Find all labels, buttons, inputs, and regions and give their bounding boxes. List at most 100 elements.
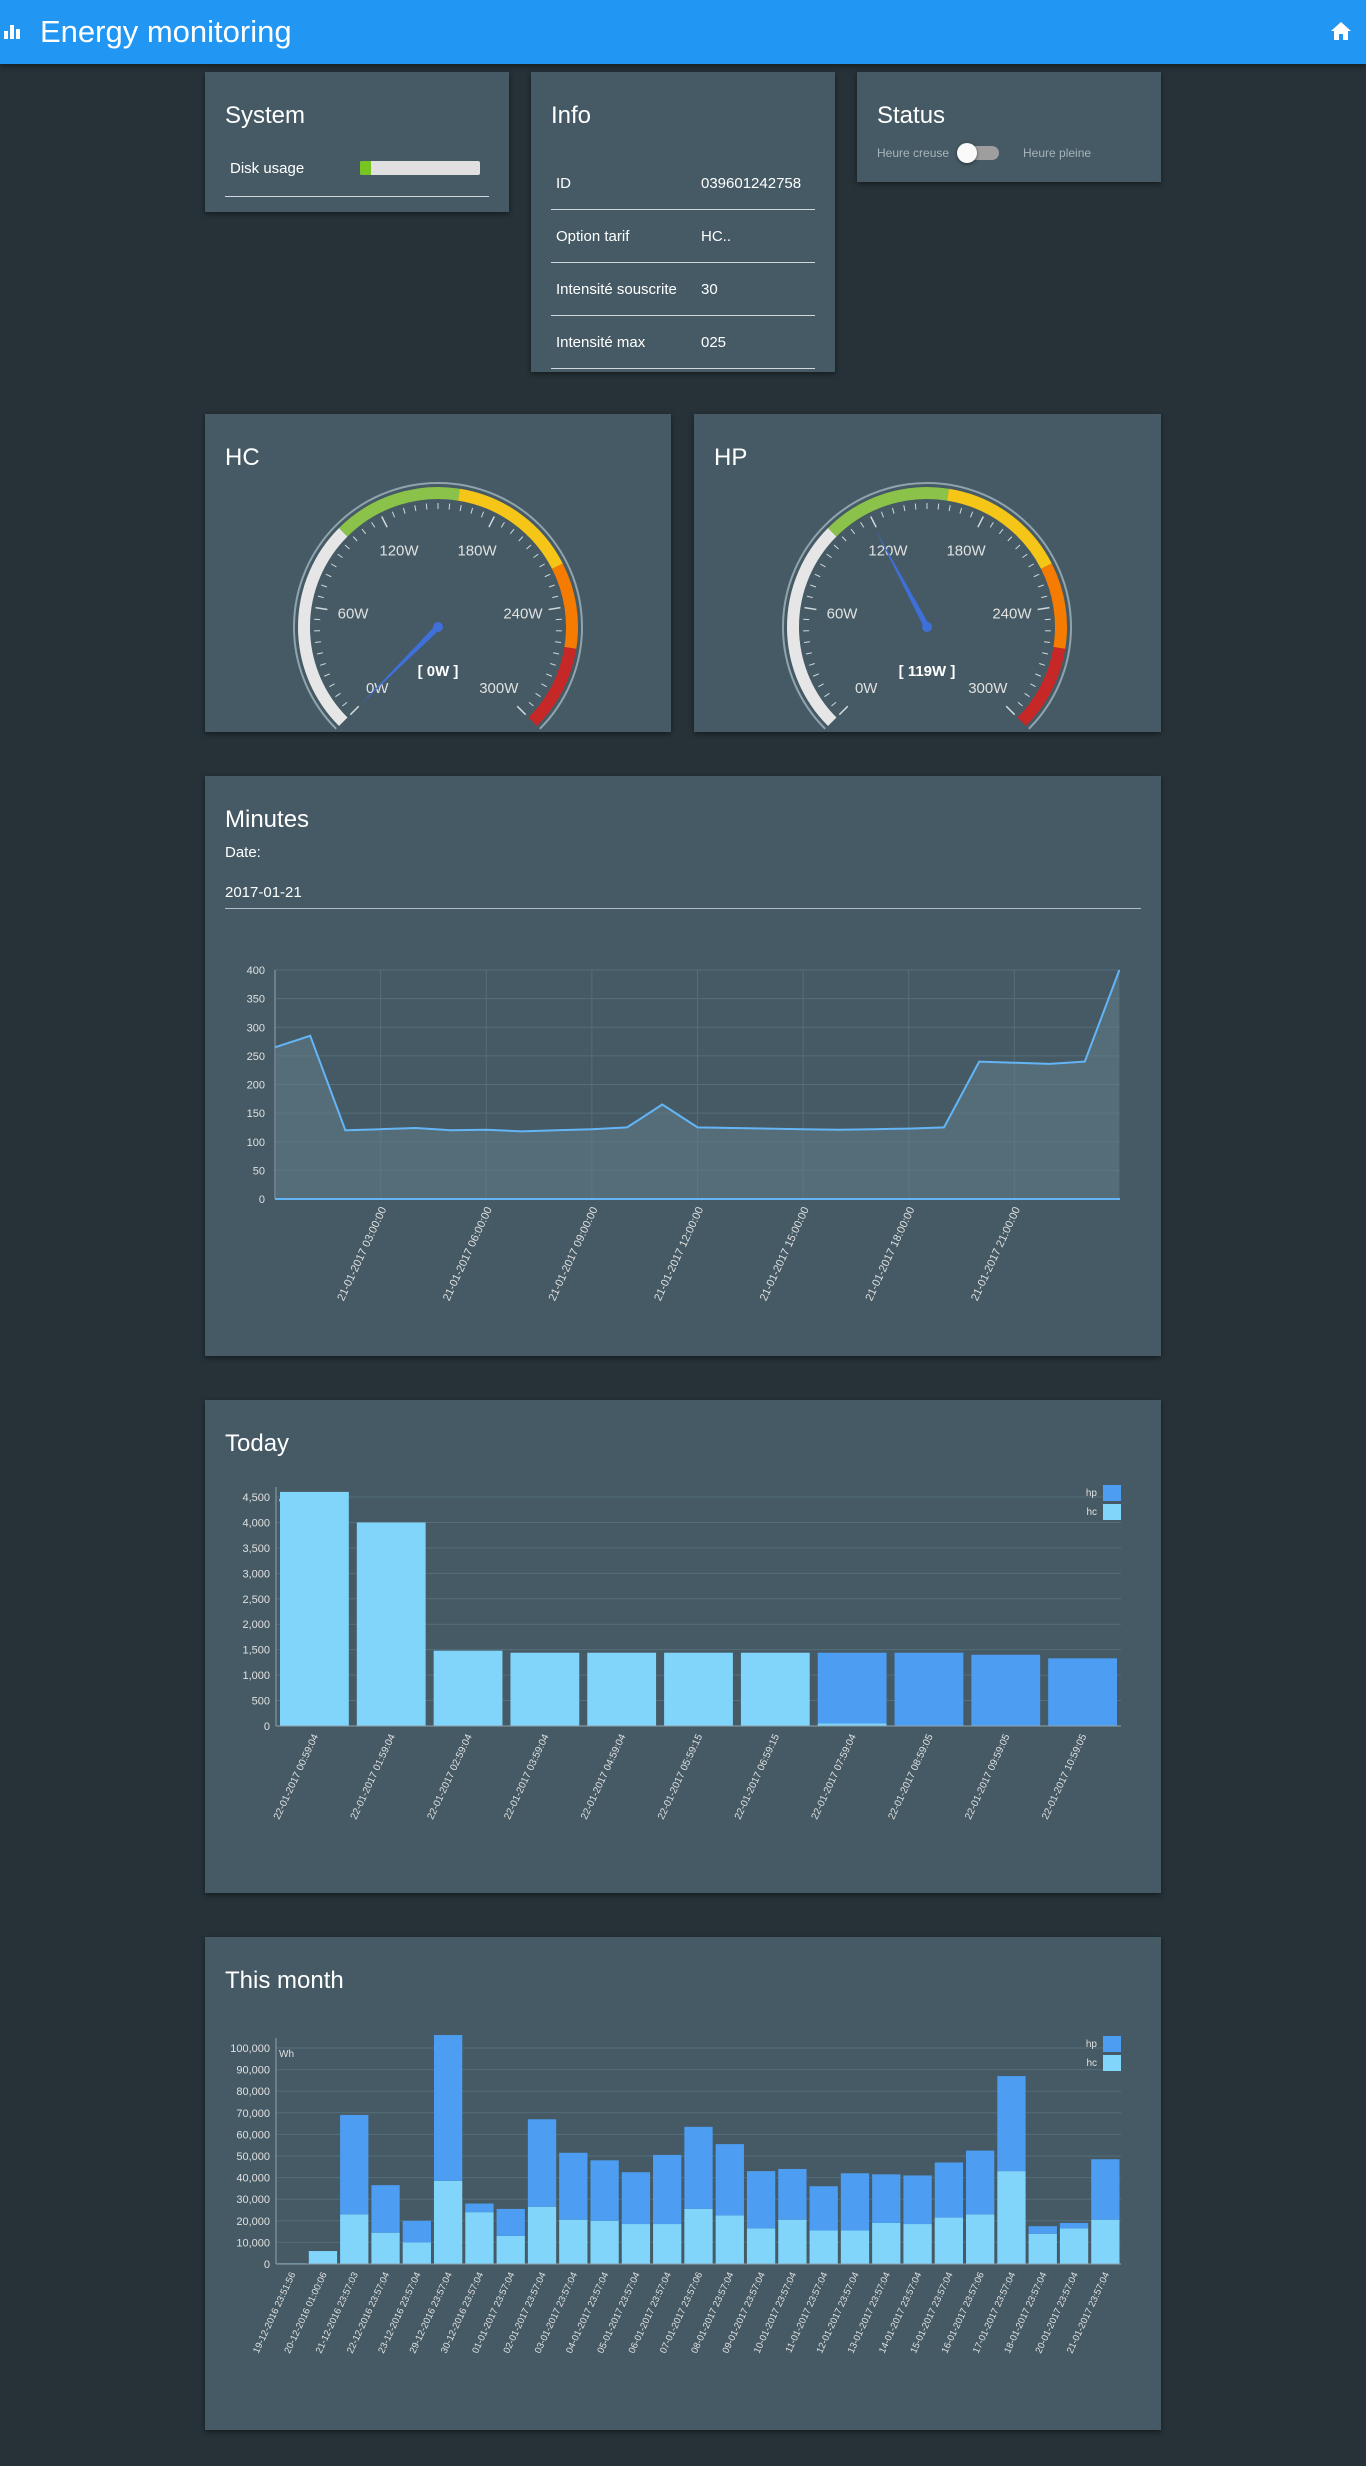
heure-creuse-label: Heure creuse (877, 146, 950, 160)
gauge-tick (516, 705, 527, 716)
bar-hc (1028, 2233, 1057, 2264)
gauge-tick (425, 503, 428, 510)
y-tick-label: 20,000 (236, 2216, 270, 2228)
gauge-tick (448, 503, 451, 510)
gauge-tick (352, 536, 358, 542)
bar-hc (778, 2219, 807, 2264)
gauge-tick (548, 584, 555, 588)
x-tick-label: 21-01-2017 03:00:00 (335, 1205, 389, 1303)
bar-hp (371, 2185, 400, 2233)
gauge-tick (959, 507, 963, 514)
bar-hp (778, 2168, 807, 2220)
bar-hc (621, 2224, 651, 2264)
y-tick-label: 3,000 (242, 1568, 270, 1580)
gauge-tick-label: 180W (457, 542, 497, 559)
tariff-toggle[interactable] (957, 143, 999, 163)
x-tick-label: 21-01-2017 18:00:00 (863, 1205, 917, 1303)
gauge-tick (315, 606, 328, 611)
legend-label-hp: hp (1086, 1488, 1098, 1499)
month-chart: 0 10,000 20,000 30,000 40,000 50,000 60,000 70,… (230, 2035, 1121, 2355)
x-tick-label: 22-01-2017 05:59:15 (656, 1732, 705, 1821)
gauge-tick (870, 516, 877, 528)
gauge-tick (1017, 701, 1023, 707)
bar-hp (496, 2208, 525, 2236)
gauge-tick (903, 505, 906, 512)
gauge-tick (402, 507, 406, 514)
bar-hc (966, 2214, 995, 2264)
bar-hc (496, 2235, 525, 2264)
toggle-thumb[interactable] (957, 143, 977, 163)
x-tick-label: 22-01-2017 06:59:15 (733, 1732, 782, 1821)
gauge-tick (880, 511, 885, 518)
bar-hp (1059, 2222, 1089, 2229)
y-tick-label: 2,000 (242, 1619, 270, 1631)
x-tick-label: 21-01-2017 09:00:00 (547, 1205, 601, 1303)
y-tick-label: 100 (247, 1137, 265, 1149)
disk-usage-bar (360, 161, 480, 175)
y-tick-label: 50 (253, 1165, 265, 1177)
gauge-tick-label: 300W (968, 680, 1008, 697)
home-icon[interactable] (1331, 22, 1351, 40)
gauge-tick (550, 662, 557, 666)
unit-label: Wh (279, 2049, 294, 2060)
y-tick-label: 150 (247, 1108, 265, 1120)
y-tick-label: 4,000 (242, 1517, 270, 1529)
bar-hp (903, 2175, 932, 2225)
bar-hc (280, 1491, 349, 1726)
gauge-tick (824, 692, 830, 698)
y-tick-label: 500 (252, 1696, 270, 1708)
gauge-tick (1033, 573, 1040, 578)
y-tick-label: 40,000 (236, 2173, 270, 2185)
gauge-tick (509, 528, 515, 535)
gauge-tick (805, 652, 812, 655)
bar-hc (809, 2230, 838, 2264)
gauge-tick (1044, 641, 1051, 644)
system-card: System Disk usage (205, 72, 509, 212)
bar-hp (621, 2172, 651, 2225)
bar-hc (746, 2228, 776, 2264)
bar-hc (934, 2217, 964, 2264)
x-tick-label: 21-01-2017 21:00:00 (969, 1205, 1023, 1303)
gauge-tick (337, 553, 343, 559)
y-tick-label: 10,000 (236, 2237, 270, 2249)
y-tick-label: 250 (247, 1051, 265, 1063)
hp-gauge-card: HP 0W 60W 120W 180W 240W 300W[ 119W ] (694, 414, 1161, 732)
gauge-tick (1039, 662, 1046, 666)
gauge-tick (325, 573, 332, 578)
gauge-band (528, 646, 577, 726)
gauge-tick (518, 536, 524, 542)
gauge-tick-label: 240W (503, 606, 543, 623)
gauge-tick (552, 595, 559, 599)
gauge-tick (833, 544, 839, 550)
gauge-tick (314, 641, 321, 644)
bar-hc (1091, 2219, 1120, 2264)
gauge-tick (1037, 606, 1050, 611)
gauge-tick (1042, 652, 1049, 655)
gauge-tick (546, 673, 553, 677)
gauge-value-label: [ 119W ] (899, 663, 956, 680)
gauge-needle-hub (433, 622, 443, 632)
gauge-tick (480, 511, 485, 518)
gauge-tick (321, 584, 328, 588)
y-tick-label: 70,000 (236, 2108, 270, 2120)
gauge-tick (381, 516, 388, 528)
y-tick-label: 350 (247, 994, 265, 1006)
y-tick-label: 60,000 (236, 2129, 270, 2141)
gauge-tick (539, 563, 545, 568)
legend-swatch-hp (1103, 2036, 1121, 2052)
x-tick-label: 21-01-2017 15:00:00 (758, 1205, 812, 1303)
gauge-tick (998, 528, 1004, 535)
bar-hc (433, 1650, 503, 1726)
bar-hc (684, 2208, 713, 2264)
gauge-tick (812, 673, 819, 677)
bar-chart-icon (4, 25, 20, 39)
bar-hc (559, 2219, 588, 2264)
gauge-tick (316, 652, 323, 655)
y-tick-label: 1,000 (242, 1670, 270, 1682)
info-row-intensite-max: Intensité max 025 (551, 316, 815, 369)
info-key: ID (556, 175, 571, 192)
y-tick-label: 300 (247, 1022, 265, 1034)
gauge-tick (1005, 705, 1016, 716)
gauge-tick (533, 553, 539, 559)
x-tick-label: 22-01-2017 03:59:04 (502, 1732, 551, 1821)
